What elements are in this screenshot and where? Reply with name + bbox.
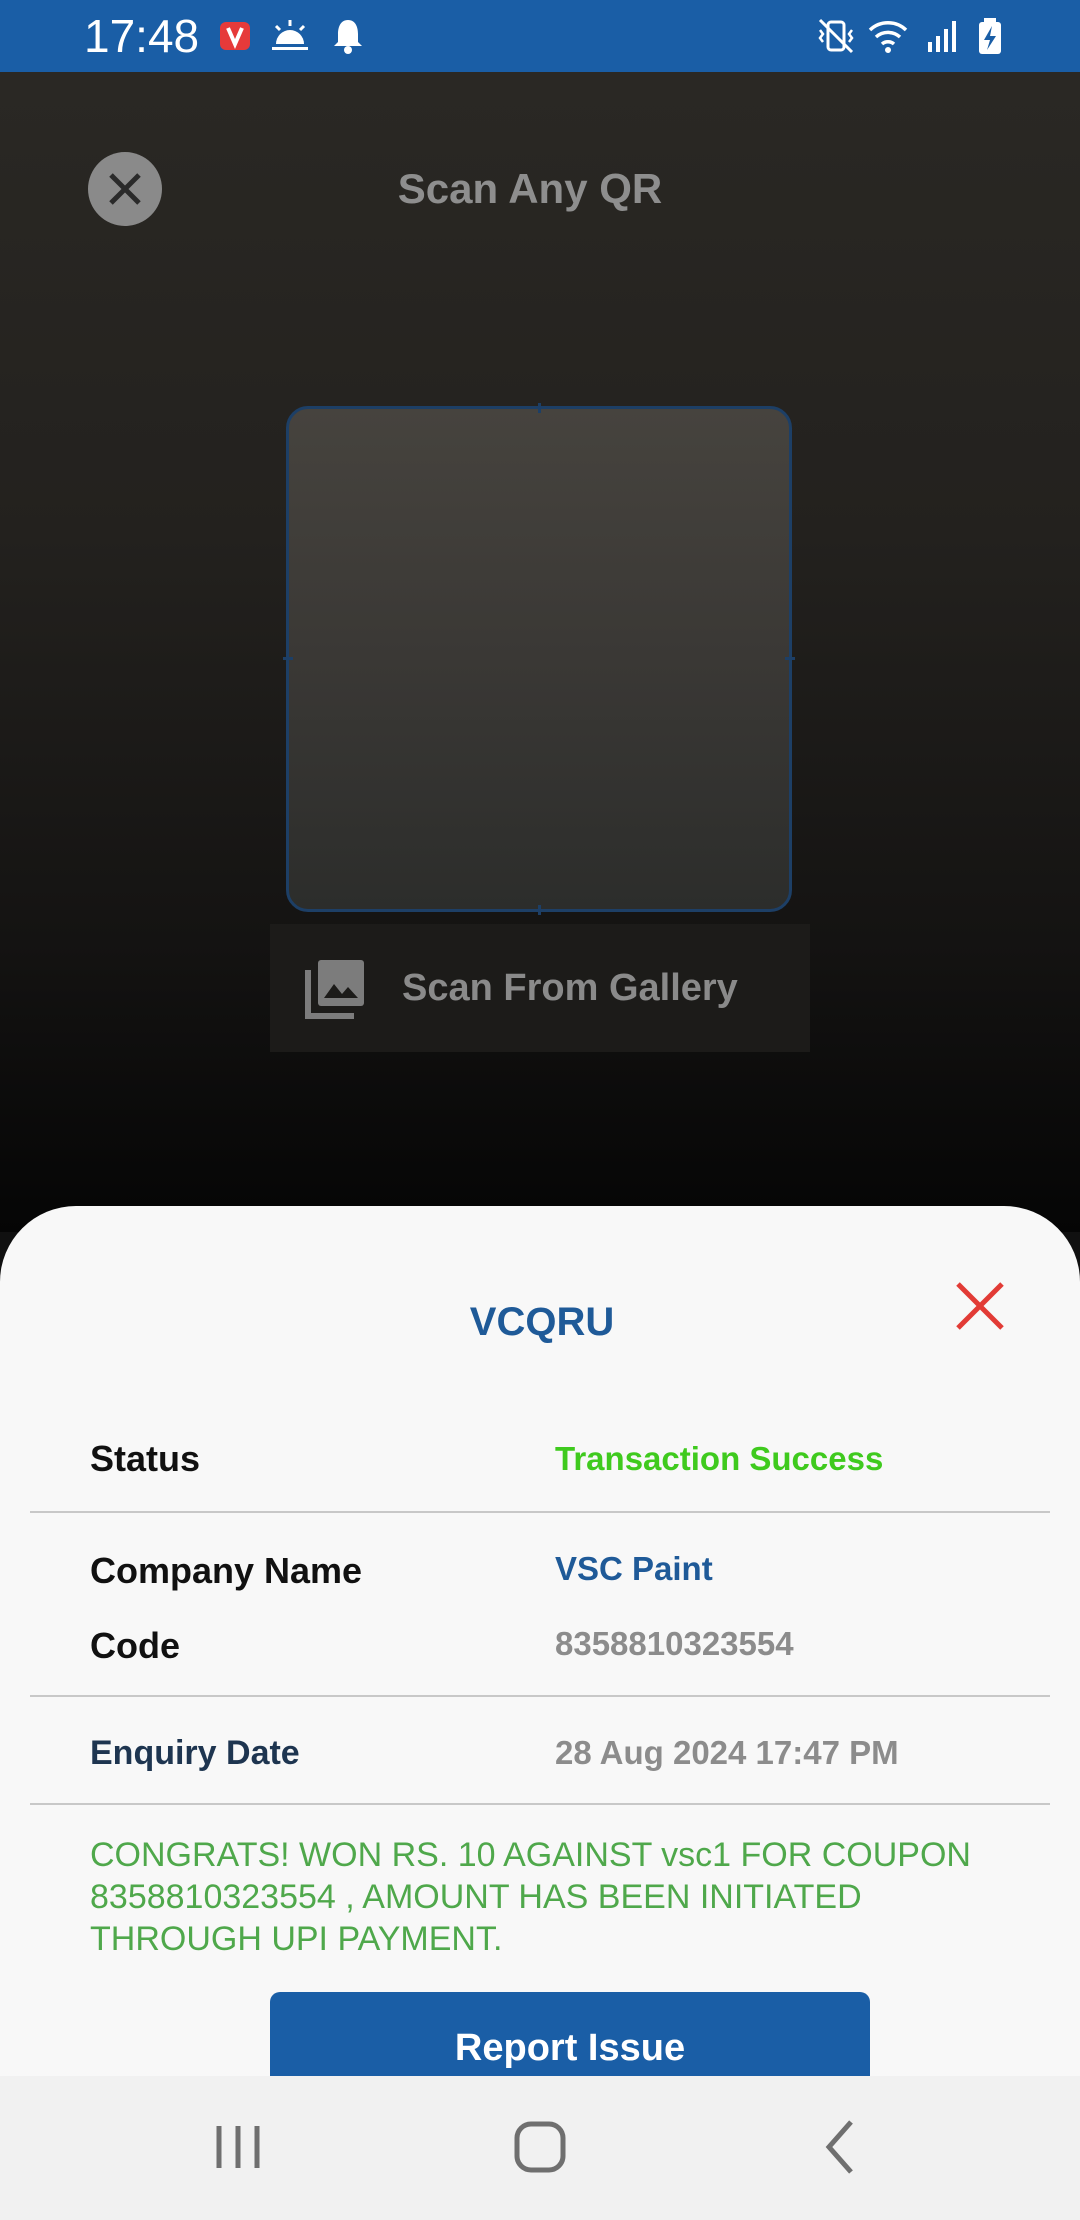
code-label: Code — [90, 1625, 180, 1666]
code-value: 8358810323554 — [555, 1625, 794, 1662]
result-bottom-sheet: VCQRU Status Transaction Success Company… — [0, 1206, 1080, 2076]
reward-message: CONGRATS! WON RS. 10 AGAINST vsc1 FOR CO… — [90, 1836, 971, 1958]
scan-from-gallery-button[interactable]: Scan From Gallery — [270, 924, 810, 1052]
home-icon[interactable] — [505, 2112, 575, 2182]
company-name-value: VSC Paint — [555, 1550, 713, 1587]
app-notification-icon — [220, 22, 250, 50]
divider — [30, 1511, 1050, 1513]
status-value: Transaction Success — [555, 1440, 884, 1477]
sheet-title: VCQRU — [469, 1300, 615, 1344]
navigation-bar — [0, 2076, 1080, 2220]
divider — [30, 1803, 1050, 1805]
report-issue-button[interactable]: Report Issue — [270, 1992, 870, 2076]
enquiry-date-label: Enquiry Date — [90, 1734, 300, 1772]
gallery-icon — [305, 960, 364, 1019]
scanner-title: Scan Any QR — [397, 165, 663, 212]
mute-vibrate-icon — [818, 18, 854, 54]
close-icon[interactable] — [952, 1278, 1008, 1334]
battery-charging-icon — [979, 18, 1001, 54]
company-name-label: Company Name — [90, 1550, 363, 1591]
status-time: 17:48 — [84, 10, 200, 62]
wifi-icon — [868, 21, 908, 53]
gallery-label: Scan From Gallery — [402, 967, 738, 1009]
recent-apps-icon[interactable] — [203, 2112, 273, 2182]
weather-icon — [272, 20, 308, 50]
back-icon[interactable] — [807, 2112, 877, 2182]
bell-icon — [334, 20, 362, 54]
scan-frame — [283, 403, 795, 915]
signal-icon — [928, 21, 956, 52]
status-label: Status — [90, 1438, 201, 1479]
status-bar: 17:48 — [0, 0, 1080, 72]
enquiry-date-value: 28 Aug 2024 17:47 PM — [555, 1734, 899, 1771]
divider — [30, 1695, 1050, 1697]
qr-scanner-view: Scan Any QR Scan From Gallery — [0, 72, 1080, 1232]
